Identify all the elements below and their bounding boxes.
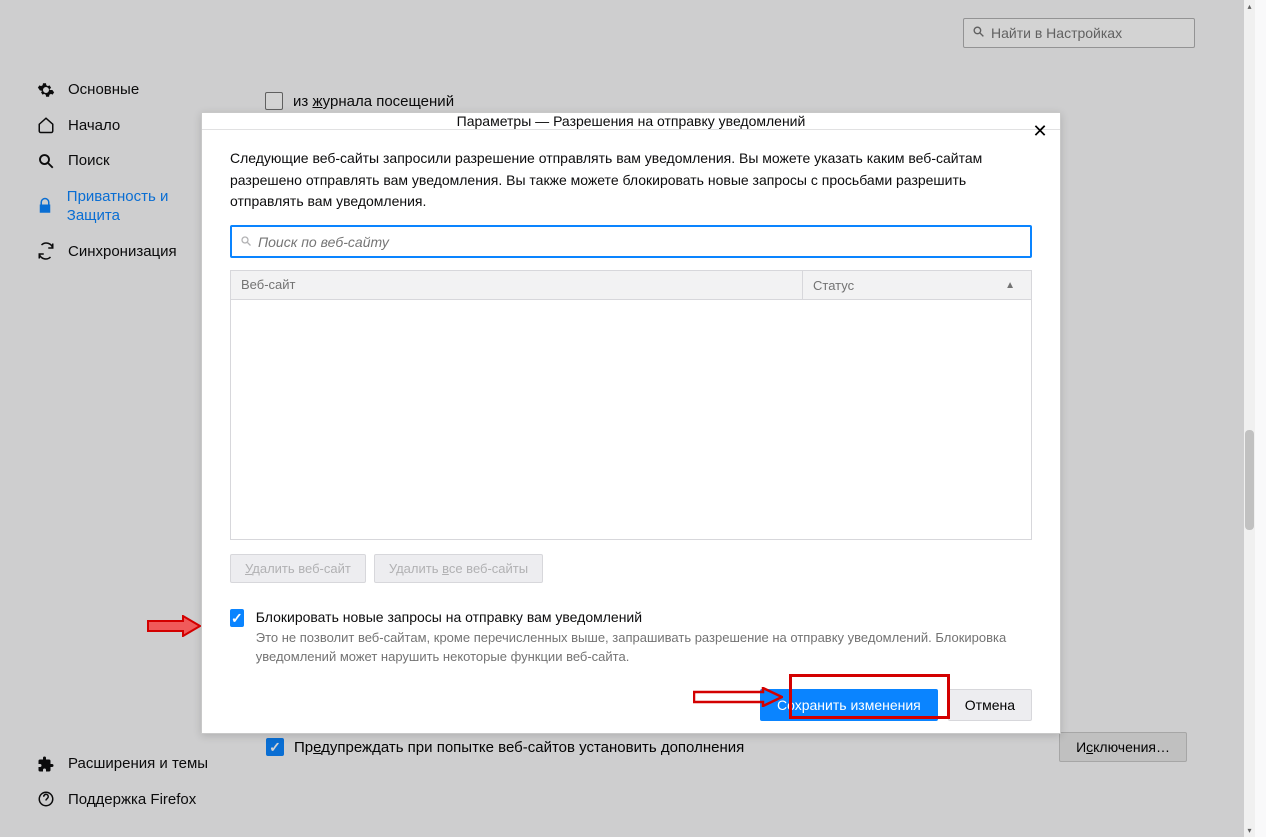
notifications-permissions-dialog: Параметры — Разрешения на отправку уведо… <box>201 112 1061 734</box>
remove-all-button[interactable]: Удалить все веб-сайты <box>374 554 543 583</box>
website-search-input[interactable] <box>258 234 1022 250</box>
dialog-header: Параметры — Разрешения на отправку уведо… <box>202 113 1060 130</box>
table-header: Веб-сайт Статус ▲ <box>230 270 1032 300</box>
cancel-button[interactable]: Отмена <box>948 689 1032 721</box>
block-checkbox[interactable] <box>230 609 244 627</box>
column-website[interactable]: Веб-сайт <box>231 271 803 299</box>
dialog-description: Следующие веб-сайты запросили разрешение… <box>230 148 1032 213</box>
dialog-footer: Сохранить изменения Отмена <box>202 677 1060 737</box>
table-body <box>230 300 1032 540</box>
block-label: Блокировать новые запросы на отправку ва… <box>256 609 1032 625</box>
dialog-body: Следующие веб-сайты запросили разрешение… <box>202 130 1060 677</box>
scroll-down-icon[interactable]: ▾ <box>1245 826 1254 835</box>
dialog-title: Параметры — Разрешения на отправку уведо… <box>202 113 1060 129</box>
search-icon <box>240 234 252 250</box>
close-icon[interactable]: ✕ <box>1028 119 1052 143</box>
remove-buttons-row: Удалить веб-сайт Удалить все веб-сайты <box>230 554 1032 583</box>
scroll-thumb[interactable] <box>1245 430 1254 530</box>
sort-arrow-icon: ▲ <box>1005 280 1015 291</box>
scrollbar[interactable]: ▴ ▾ <box>1244 0 1255 837</box>
column-status[interactable]: Статус ▲ <box>803 271 1031 299</box>
website-search[interactable] <box>230 225 1032 258</box>
save-button[interactable]: Сохранить изменения <box>760 689 938 721</box>
scroll-up-icon[interactable]: ▴ <box>1245 2 1254 11</box>
block-description: Это не позволит веб-сайтам, кроме перечи… <box>256 629 1032 667</box>
block-new-requests-row: Блокировать новые запросы на отправку ва… <box>230 609 1032 667</box>
remove-site-button[interactable]: Удалить веб-сайт <box>230 554 366 583</box>
